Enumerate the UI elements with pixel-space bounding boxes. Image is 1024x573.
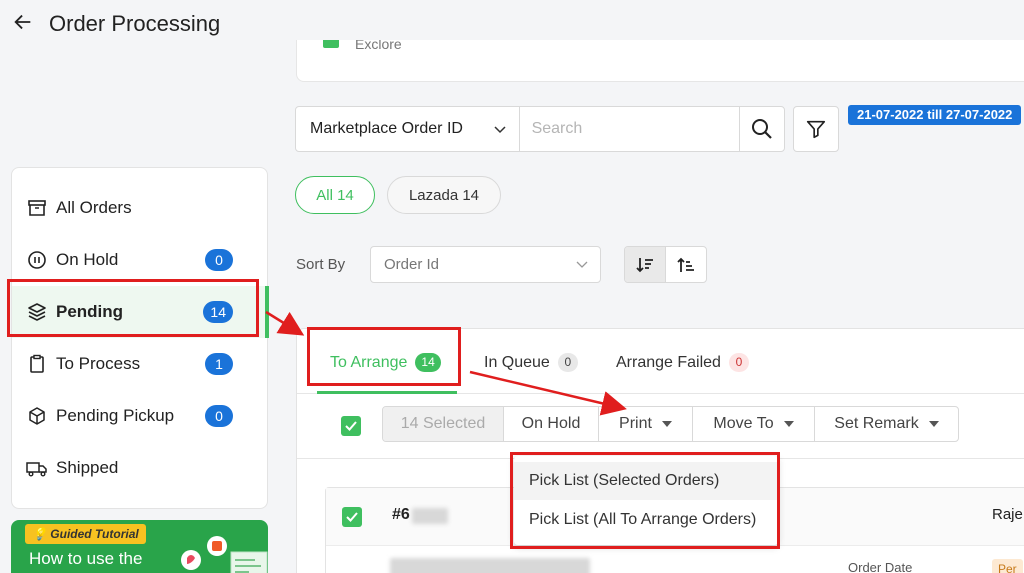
sort-select[interactable]: Order Id — [370, 246, 601, 283]
status-badge: Per — [992, 559, 1023, 573]
filter-button[interactable] — [793, 106, 839, 152]
caret-down-icon — [661, 421, 672, 427]
tab-arrange-failed[interactable]: Arrange Failed 0 — [616, 353, 749, 372]
active-tab-underline — [317, 391, 457, 394]
tab-count-badge: 0 — [557, 353, 578, 372]
tab-label: In Queue — [484, 353, 550, 371]
back-arrow-icon[interactable] — [12, 11, 34, 33]
select-all-checkbox[interactable] — [341, 416, 361, 436]
search-field-value: Marketplace Order ID — [310, 120, 463, 137]
promo-text: How to use the — [29, 549, 143, 568]
sidebar-item-pending-pickup[interactable]: Pending Pickup 0 — [12, 392, 269, 440]
tag-text: Guided Tutorial — [50, 527, 139, 541]
bulk-action-row: 14 Selected On Hold Print Move To Set Re… — [297, 395, 1024, 459]
sidebar-item-label: Pending Pickup — [56, 406, 175, 425]
guided-tutorial-card[interactable]: 💡 Guided Tutorial How to use the — [11, 520, 268, 573]
chevron-down-icon — [576, 261, 588, 268]
search-input[interactable] — [519, 107, 739, 151]
tab-count-badge: 14 — [415, 353, 441, 372]
print-button-label: Print — [619, 415, 652, 432]
print-button[interactable]: Print — [599, 407, 693, 441]
sidebar-item-label: Pending — [56, 302, 124, 321]
tab-in-queue[interactable]: In Queue 0 — [484, 353, 578, 372]
tab-to-arrange[interactable]: To Arrange 14 — [330, 353, 441, 372]
sort-descending-icon — [636, 257, 653, 272]
sidebar-item-on-hold[interactable]: On Hold 0 — [12, 236, 269, 284]
sidebar-item-label: All Orders — [56, 198, 132, 217]
guided-tutorial-tag: 💡 Guided Tutorial — [25, 524, 146, 544]
box-icon — [26, 405, 48, 427]
clipboard-icon — [26, 353, 48, 375]
arrow-to-tabs — [265, 310, 305, 336]
print-dropdown-menu: Pick List (Selected Orders) Pick List (A… — [514, 456, 778, 545]
menu-item-pick-list-selected[interactable]: Pick List (Selected Orders) — [514, 462, 778, 500]
caret-down-icon — [783, 421, 794, 427]
redacted-product-info — [390, 558, 590, 573]
sidebar-item-to-process[interactable]: To Process 1 — [12, 340, 269, 388]
filter-icon — [806, 120, 826, 139]
layers-icon — [26, 301, 48, 323]
chip-lazada[interactable]: Lazada 14 — [387, 176, 501, 214]
filter-option-partial: Exclore — [355, 40, 402, 52]
sort-ascending-icon — [677, 257, 694, 272]
count-badge: 1 — [205, 353, 233, 375]
search-field-select[interactable]: Marketplace Order ID — [296, 107, 520, 151]
archive-icon — [26, 197, 48, 219]
truck-icon — [26, 457, 48, 479]
count-badge: 14 — [203, 301, 233, 323]
chevron-down-icon — [494, 126, 506, 134]
sort-direction-toggle — [624, 246, 707, 283]
check-icon — [346, 512, 358, 522]
active-indicator — [265, 286, 269, 338]
chip-all[interactable]: All 14 — [295, 176, 375, 214]
search-icon — [751, 119, 772, 139]
order-date-label: Order Date — [848, 560, 913, 573]
set-remark-button[interactable]: Set Remark — [815, 407, 958, 441]
tab-label: Arrange Failed — [616, 353, 721, 371]
sidebar-item-label: Shipped — [56, 458, 119, 477]
sort-asc-button[interactable] — [666, 247, 707, 282]
move-to-button[interactable]: Move To — [693, 407, 815, 441]
check-icon — [345, 421, 357, 431]
pause-icon — [26, 249, 48, 271]
move-to-label: Move To — [713, 415, 774, 432]
redacted-order-number — [412, 508, 448, 524]
sidebar-item-pending[interactable]: Pending 14 — [12, 286, 269, 338]
sort-desc-button[interactable] — [625, 247, 666, 282]
checkbox-partial[interactable] — [323, 40, 339, 48]
count-badge: 0 — [205, 249, 233, 271]
sidebar-item-all-orders[interactable]: All Orders — [12, 184, 269, 232]
count-badge: 0 — [205, 405, 233, 427]
tutorial-illustration-icon — [181, 536, 268, 573]
sidebar-item-label: On Hold — [56, 250, 119, 269]
tab-label: To Arrange — [330, 353, 408, 371]
caret-down-icon — [928, 421, 939, 427]
bulk-action-group: 14 Selected On Hold Print Move To Set Re… — [382, 406, 959, 442]
date-range-badge[interactable]: 21-07-2022 till 27-07-2022 — [848, 105, 1022, 125]
filter-card-partial: Exclore — [296, 40, 1024, 82]
buyer-name: Raje — [992, 506, 1023, 523]
tab-count-badge: 0 — [728, 353, 749, 372]
sort-label: Sort By — [296, 256, 346, 273]
on-hold-button[interactable]: On Hold — [504, 407, 599, 441]
order-checkbox[interactable] — [342, 507, 362, 527]
search-bar: Marketplace Order ID — [295, 106, 785, 152]
sort-value: Order Id — [384, 256, 440, 273]
menu-item-pick-list-all[interactable]: Pick List (All To Arrange Orders) — [514, 501, 778, 539]
order-status-sidebar: All Orders On Hold 0 Pending 14 To Proce… — [11, 167, 269, 509]
set-remark-label: Set Remark — [834, 415, 919, 432]
search-button[interactable] — [738, 107, 784, 151]
order-id[interactable]: #6 — [392, 506, 410, 524]
sidebar-item-shipped[interactable]: Shipped — [12, 444, 269, 492]
status-tabs: To Arrange 14 In Queue 0 Arrange Failed … — [297, 329, 1024, 394]
selected-count-label: 14 Selected — [383, 407, 504, 441]
sidebar-item-label: To Process — [56, 354, 141, 373]
page-title: Order Processing — [49, 11, 221, 36]
